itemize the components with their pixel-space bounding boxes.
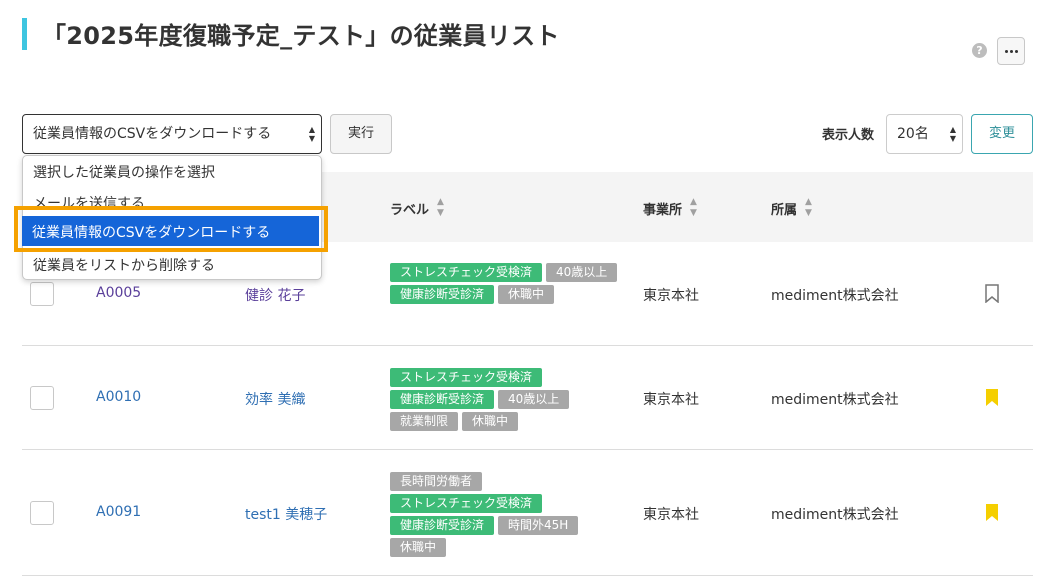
table-row: A0091 test1 美穂子 長時間労働者ストレスチェック受検済 健康診断受診済 時間… [22,450,1033,576]
select-arrows-icon: ▲ ▼ [308,125,315,143]
column-header-label[interactable]: ラベル ▲ ▼ [390,197,444,219]
row-checkbox[interactable] [30,386,54,410]
more-dot-icon [1004,49,1008,53]
label-tag: 休職中 [462,412,519,431]
label-tag: 40歳以上 [498,390,570,409]
column-header-office-text: 事業所 [643,202,683,218]
table-row: A0010 効率 美織 ストレスチェック受検済 健康診断受診済 40歳以上就業制限 休職中… [22,346,1033,450]
office-cell: 東京本社 [643,288,699,304]
select-arrows-icon: ▲ ▼ [949,125,956,143]
employee-id-link[interactable]: A0091 [96,504,141,520]
bookmark-outline-icon[interactable] [985,284,999,303]
employee-id-link[interactable]: A0010 [96,389,141,405]
label-tag: 健康診断受診済 [390,390,495,409]
display-count-select[interactable]: 20名 ▲ ▼ [886,114,963,154]
change-button[interactable]: 変更 [971,114,1033,154]
help-icon[interactable]: ? [972,43,987,58]
employee-name-link[interactable]: test1 美穂子 [245,504,327,524]
label-tag: 休職中 [498,285,555,304]
dropdown-option[interactable]: 選択した従業員の操作を選択 [33,162,215,182]
label-tag: ストレスチェック受検済 [390,494,543,513]
employee-labels: 長時間労働者ストレスチェック受検済 健康診断受診済 時間外45H 休職中 [390,472,622,557]
more-options-button[interactable] [997,37,1025,65]
more-dot-icon [1014,49,1018,53]
employee-labels: ストレスチェック受検済 健康診断受診済 40歳以上就業制限 休職中 [390,368,622,431]
employee-labels: ストレスチェック受検済 40歳以上健康診断受診済 休職中 [390,263,622,304]
column-header-office[interactable]: 事業所 ▲ ▼ [643,197,697,219]
sort-icon[interactable]: ▲ ▼ [805,197,812,219]
label-tag: 健康診断受診済 [390,285,495,304]
employee-name-link[interactable]: 健診 花子 [245,285,305,305]
label-tag: 長時間労働者 [390,472,483,491]
page-title: 「2025年度復職予定_テスト」の従業員リスト [42,22,560,50]
column-header-affiliation[interactable]: 所属 ▲ ▼ [771,197,812,219]
sort-icon[interactable]: ▲ ▼ [437,197,444,219]
office-cell: 東京本社 [643,507,699,523]
employee-id-link[interactable]: A0005 [96,285,141,301]
column-header-label-text: ラベル [390,202,430,218]
affiliation-cell: mediment株式会社 [771,288,899,304]
display-count-label: 表示人数 [822,128,875,143]
employee-name-link[interactable]: 効率 美織 [245,389,305,409]
highlight-frame [14,206,328,252]
dropdown-option[interactable]: 従業員をリストから削除する [33,255,215,275]
bulk-action-select-value: 従業員情報のCSVをダウンロードする [33,126,272,142]
bookmark-filled-icon[interactable] [985,503,999,522]
row-checkbox[interactable] [30,501,54,525]
affiliation-cell: mediment株式会社 [771,507,899,523]
column-header-affiliation-text: 所属 [771,202,798,218]
label-tag: 40歳以上 [546,263,618,282]
sort-icon[interactable]: ▲ ▼ [690,197,697,219]
label-tag: 時間外45H [498,516,579,535]
run-button[interactable]: 実行 [330,114,392,154]
affiliation-cell: mediment株式会社 [771,392,899,408]
label-tag: ストレスチェック受検済 [390,368,543,387]
bulk-action-select[interactable]: 従業員情報のCSVをダウンロードする ▲ ▼ [22,114,322,154]
bookmark-filled-icon[interactable] [985,388,999,407]
row-checkbox[interactable] [30,282,54,306]
label-tag: 健康診断受診済 [390,516,495,535]
office-cell: 東京本社 [643,392,699,408]
display-count-value: 20名 [897,126,929,142]
label-tag: 休職中 [390,538,447,557]
label-tag: ストレスチェック受検済 [390,263,543,282]
more-dot-icon [1009,49,1013,53]
title-accent-bar [22,18,27,50]
label-tag: 就業制限 [390,412,459,431]
